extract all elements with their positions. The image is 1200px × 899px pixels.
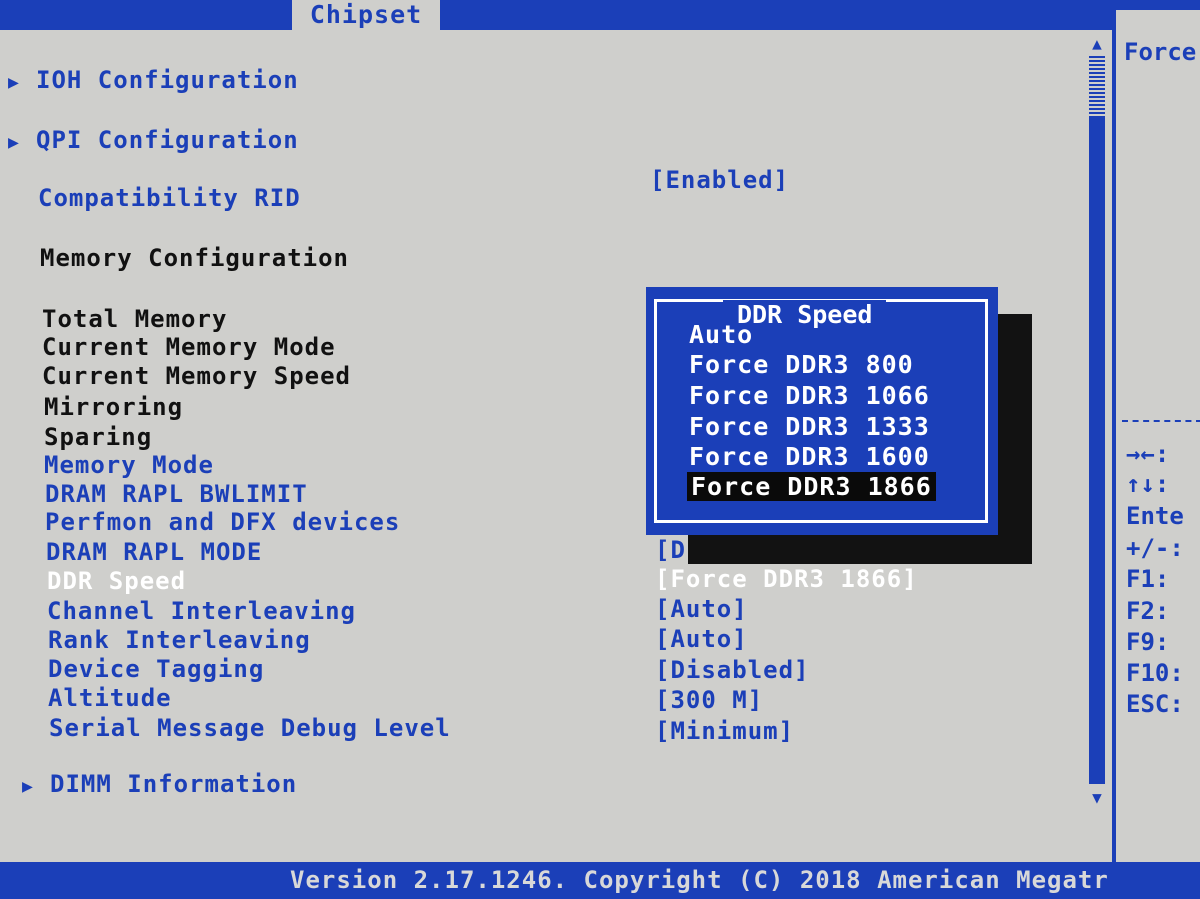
value-channel-interleaving[interactable]: [Auto] (655, 595, 748, 623)
menu-item-serial-debug-level[interactable]: Serial Message Debug Level (49, 714, 451, 742)
label-sparing: Sparing (44, 423, 153, 451)
menu-item-dram-rapl-mode[interactable]: DRAM RAPL MODE (46, 538, 262, 566)
menu-item-altitude[interactable]: Altitude (48, 684, 172, 712)
help-separator (1122, 420, 1200, 422)
version-text: Version 2.17.1246. Copyright (C) 2018 Am… (290, 866, 1109, 894)
value-rank-interleaving[interactable]: [Auto] (655, 625, 748, 653)
option-ddr3-1600[interactable]: Force DDR3 1600 (689, 442, 930, 471)
menu-item-ddr-speed[interactable]: DDR Speed (47, 567, 186, 595)
label-total-memory: Total Memory (42, 305, 228, 333)
menu-item-device-tagging[interactable]: Device Tagging (48, 655, 264, 683)
scroll-down-icon[interactable]: ▼ (1088, 788, 1106, 807)
menu-item-ioh-configuration[interactable]: ▶ IOH Configuration (8, 66, 299, 94)
scroll-up-icon[interactable]: ▲ (1088, 34, 1106, 53)
section-memory-configuration: Memory Configuration (40, 244, 349, 272)
help-key-select-item: ↑↓: (1126, 470, 1170, 498)
help-key-f1: F1: (1126, 565, 1170, 593)
help-key-f2: F2: (1126, 597, 1170, 625)
menu-item-compatibility-rid[interactable]: Compatibility RID (38, 184, 301, 212)
option-ddr3-1866-selected[interactable]: Force DDR3 1866 (687, 472, 936, 501)
value-serial-debug-level[interactable]: [Minimum] (655, 717, 794, 745)
tab-chipset[interactable]: Chipset (292, 0, 440, 30)
help-key-enter: Ente (1126, 502, 1184, 530)
menu-item-dimm-information[interactable]: ▶ DIMM Information (22, 770, 297, 798)
triangle-right-icon: ▶ (8, 72, 20, 93)
value-ddr-speed[interactable]: [Force DDR3 1866] (655, 565, 918, 593)
option-ddr3-1066[interactable]: Force DDR3 1066 (689, 381, 930, 410)
value-compatibility-rid[interactable]: [Enabled] (650, 166, 789, 194)
menu-item-perfmon-dfx[interactable]: Perfmon and DFX devices (45, 508, 400, 536)
option-auto[interactable]: Auto (689, 320, 753, 349)
label-current-memory-speed: Current Memory Speed (42, 362, 351, 390)
value-device-tagging[interactable]: [Disabled] (655, 656, 810, 684)
triangle-right-icon: ▶ (22, 776, 34, 797)
value-dram-rapl-mode[interactable]: [D (655, 536, 686, 564)
menu-item-memory-mode[interactable]: Memory Mode (44, 451, 214, 479)
ddr-speed-popup: DDR Speed Auto Force DDR3 800 Force DDR3… (646, 287, 998, 535)
menu-item-rank-interleaving[interactable]: Rank Interleaving (48, 626, 311, 654)
scrollbar-track[interactable] (1089, 56, 1105, 784)
label-mirroring: Mirroring (44, 393, 184, 421)
footer-bar: Version 2.17.1246. Copyright (C) 2018 Am… (0, 862, 1200, 899)
help-key-select-screen: →←: (1126, 440, 1170, 468)
menu-item-dram-rapl-bwlimit[interactable]: DRAM RAPL BWLIMIT (45, 480, 308, 508)
help-key-esc: ESC: (1126, 690, 1184, 718)
menu-item-qpi-configuration[interactable]: ▶ QPI Configuration (8, 126, 299, 154)
menu-item-channel-interleaving[interactable]: Channel Interleaving (47, 597, 356, 625)
scrollbar-thumb[interactable] (1089, 56, 1105, 116)
help-key-f10: F10: (1126, 659, 1184, 687)
help-key-change-option: +/-: (1126, 534, 1184, 562)
triangle-right-icon: ▶ (8, 132, 20, 153)
help-panel: Force →←: ↑↓: Ente +/-: F1: F2: F9: F10:… (1116, 10, 1200, 862)
option-ddr3-800[interactable]: Force DDR3 800 (689, 350, 914, 379)
popup-frame: DDR Speed Auto Force DDR3 800 Force DDR3… (654, 299, 988, 523)
option-ddr3-1333[interactable]: Force DDR3 1333 (689, 412, 930, 441)
label-current-memory-mode: Current Memory Mode (42, 333, 336, 361)
value-altitude[interactable]: [300 M] (655, 686, 763, 714)
help-key-f9: F9: (1126, 628, 1170, 656)
help-title: Force (1124, 38, 1197, 66)
